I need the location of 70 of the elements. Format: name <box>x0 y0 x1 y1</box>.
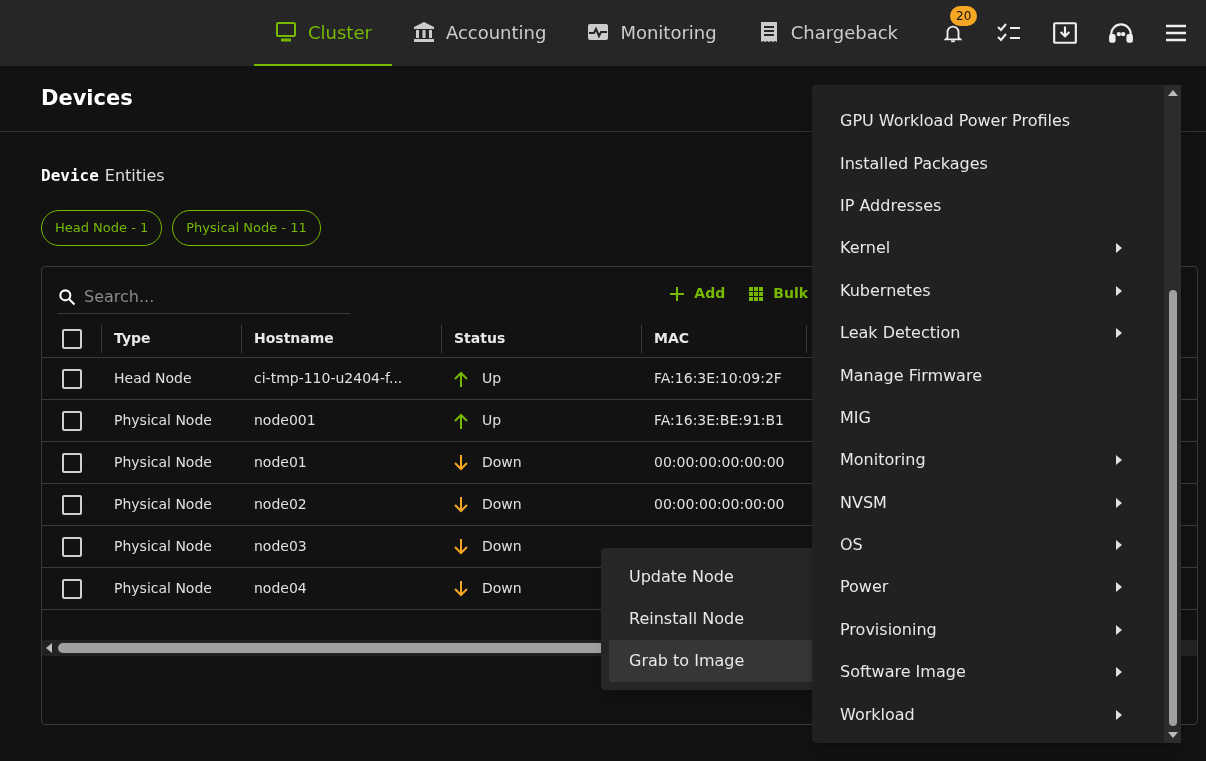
nav-tab[interactable]: Cluster <box>254 0 392 66</box>
menu-item[interactable]: Kubernetes <box>812 269 1164 312</box>
menu-item[interactable]: Leak Detection <box>812 311 1164 355</box>
table-cell: Physical Node <box>114 454 212 470</box>
menu-item[interactable]: Power <box>812 566 1164 609</box>
menu-item[interactable]: Kernel <box>812 227 1164 270</box>
headset-icon[interactable] <box>1108 20 1135 46</box>
column-header[interactable]: Type <box>114 328 151 349</box>
bank-icon <box>411 20 436 44</box>
scroll-up-icon <box>1167 90 1178 96</box>
checkbox[interactable] <box>61 536 82 557</box>
table-cell: node03 <box>254 538 307 554</box>
column-header[interactable]: Status <box>454 328 506 349</box>
table-cell-text: Down <box>482 579 522 598</box>
table-cell: 00:00:00:00:00:00 <box>654 496 785 512</box>
checkbox[interactable] <box>61 328 82 349</box>
plus-icon <box>670 286 685 301</box>
section-subtitle: Entities <box>104 165 165 187</box>
table-cell: ci-tmp-110-u2404-f... <box>254 370 403 386</box>
toolbar-action-button[interactable]: Bulk <box>749 283 808 304</box>
table-cell: node04 <box>254 580 307 596</box>
scroll-down-icon <box>1167 732 1178 738</box>
table-cell: node02 <box>254 496 307 512</box>
menu-item[interactable]: Software Image <box>812 651 1164 694</box>
scroll-left-icon <box>46 643 52 653</box>
menu-item[interactable]: IP Addresses <box>812 184 1164 228</box>
menu-item[interactable]: Grab to Image <box>609 640 813 682</box>
column-header[interactable]: Hostname <box>254 328 334 349</box>
notification-count-badge: 20 <box>950 6 978 26</box>
table-cell-text: Up <box>482 411 502 430</box>
table-cell-text: Down <box>482 537 522 556</box>
checkbox[interactable] <box>61 452 82 473</box>
menu-item[interactable]: NVSM <box>812 481 1164 524</box>
nav-tab[interactable]: Monitoring <box>566 0 737 66</box>
table-cell-text: Down <box>482 453 522 472</box>
search-icon <box>57 286 77 307</box>
table-cell: Physical Node <box>114 412 212 428</box>
checkbox[interactable] <box>61 368 82 389</box>
toolbar-action-button[interactable]: Add <box>670 283 726 304</box>
page-title: Devices <box>41 84 133 112</box>
monitor-icon <box>274 20 298 44</box>
grid-icon <box>749 286 764 301</box>
checkbox[interactable] <box>61 578 82 599</box>
table-cell: Physical Node <box>114 538 212 554</box>
table-cell: 00:00:00:00:00:00 <box>654 454 785 470</box>
table-cell-text: Down <box>482 495 522 514</box>
checkbox[interactable] <box>61 494 82 515</box>
table-cell: node01 <box>254 454 307 470</box>
nav-tab[interactable]: Chargeback <box>736 0 919 66</box>
table-cell: FA:16:3E:BE:91:B1 <box>654 412 785 428</box>
nav-tab[interactable]: Accounting <box>391 0 567 66</box>
menu-item[interactable]: OS <box>812 523 1164 567</box>
menu-item[interactable]: Provisioning <box>812 608 1164 652</box>
menu-item[interactable]: Reinstall Node <box>609 598 813 640</box>
menu-item[interactable]: GPU Workload Power Profiles <box>812 100 1164 143</box>
table-cell: Head Node <box>114 370 192 386</box>
table-cell-text: Up <box>482 369 502 388</box>
menu-item[interactable]: Workload <box>812 693 1164 736</box>
table-cell: Physical Node <box>114 496 212 512</box>
table-cell: node001 <box>254 412 316 428</box>
table-cell: Physical Node <box>114 580 212 596</box>
download-icon[interactable] <box>1052 20 1079 46</box>
section-title: Device <box>41 165 99 187</box>
checkbox[interactable] <box>61 410 82 431</box>
column-header[interactable]: MAC <box>654 328 690 349</box>
vertical-scrollbar[interactable] <box>1164 85 1181 743</box>
table-cell: FA:16:3E:10:09:2F <box>654 370 782 386</box>
menu-item[interactable]: Installed Packages <box>812 142 1164 185</box>
menu-item[interactable]: Monitoring <box>812 439 1164 482</box>
search-field[interactable]: Search... <box>57 279 350 314</box>
